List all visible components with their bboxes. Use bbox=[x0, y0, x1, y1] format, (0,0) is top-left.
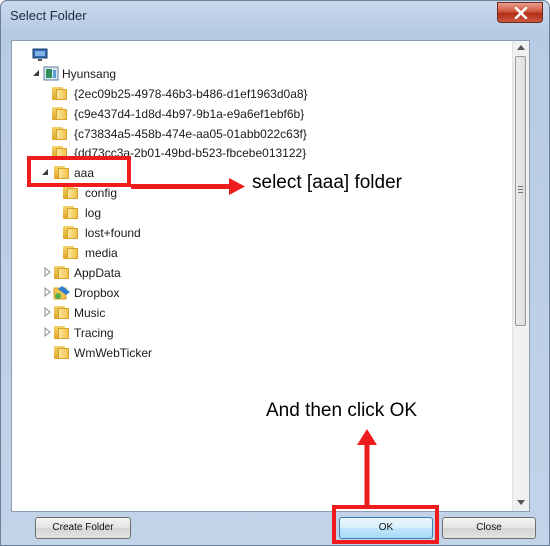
tree-item-dropbox[interactable]: Dropbox bbox=[42, 284, 182, 302]
folder-icon bbox=[54, 306, 69, 319]
tree-label: AppData bbox=[74, 266, 121, 280]
expanded-arrow-icon[interactable] bbox=[32, 68, 42, 78]
tree-label: config bbox=[85, 186, 118, 200]
folder-icon bbox=[52, 107, 67, 120]
folder-icon bbox=[63, 226, 78, 239]
tree-label: Hyunsang bbox=[62, 67, 117, 81]
tree-item-music[interactable]: Music bbox=[42, 304, 182, 322]
create-folder-button[interactable]: Create Folder bbox=[35, 517, 131, 539]
folder-icon bbox=[54, 326, 69, 339]
tree-label: {2ec09b25-4978-46b3-b486-d1ef1963d0a8} bbox=[74, 87, 308, 101]
tree-label: WmWebTicker bbox=[74, 346, 152, 360]
dropbox-icon bbox=[53, 286, 70, 300]
up-arrow-icon bbox=[357, 429, 377, 509]
folder-icon bbox=[63, 186, 78, 199]
aaa-highlight-box bbox=[27, 156, 131, 187]
user-folder-icon bbox=[43, 66, 59, 81]
tree-item-appdata[interactable]: AppData bbox=[42, 264, 182, 282]
tree-label: Dropbox bbox=[74, 286, 120, 300]
tree-label: log bbox=[85, 206, 102, 220]
tree-item-tracing[interactable]: Tracing bbox=[42, 324, 182, 342]
collapsed-arrow-icon[interactable] bbox=[42, 327, 52, 337]
tree-item-media[interactable]: media bbox=[63, 244, 183, 262]
computer-icon bbox=[32, 48, 48, 61]
close-button[interactable]: Close bbox=[442, 517, 536, 539]
collapsed-arrow-icon[interactable] bbox=[42, 267, 52, 277]
collapsed-arrow-icon[interactable] bbox=[42, 287, 52, 297]
tree-label: Music bbox=[74, 306, 106, 320]
tree-label: lost+found bbox=[85, 226, 141, 240]
folder-icon bbox=[63, 246, 78, 259]
window-close-button[interactable] bbox=[497, 2, 543, 23]
tree-item-lost-found[interactable]: lost+found bbox=[63, 224, 183, 242]
right-arrow-icon bbox=[131, 178, 245, 195]
folder-icon bbox=[54, 266, 69, 279]
tree-label: {c73834a5-458b-474e-aa05-01abb022c63f} bbox=[74, 127, 307, 141]
folder-icon bbox=[52, 87, 67, 100]
select-folder-dialog: Select Folder Hyunsang {2ec09b25-4978-46… bbox=[0, 0, 550, 546]
scroll-thumb[interactable] bbox=[515, 56, 526, 326]
ok-highlight-box bbox=[332, 505, 439, 544]
scroll-down-icon[interactable] bbox=[517, 500, 525, 505]
tree-item-hyunsang[interactable]: Hyunsang bbox=[32, 65, 192, 83]
title-bar: Select Folder bbox=[1, 1, 549, 31]
tree-label: Tracing bbox=[74, 326, 114, 340]
tree-item-log[interactable]: log bbox=[63, 204, 183, 222]
annotation-click-ok: And then click OK bbox=[266, 400, 418, 421]
close-icon bbox=[514, 7, 528, 19]
collapsed-arrow-icon[interactable] bbox=[42, 307, 52, 317]
folder-icon bbox=[63, 206, 78, 219]
folder-icon bbox=[54, 346, 69, 359]
tree-label: {c9e437d4-1d8d-4b97-9b1a-e9a6ef1ebf6b} bbox=[74, 107, 305, 121]
vertical-scrollbar[interactable] bbox=[512, 41, 529, 511]
scroll-up-icon[interactable] bbox=[517, 45, 525, 50]
folder-icon bbox=[52, 127, 67, 140]
tree-item-guid-3[interactable]: {c73834a5-458b-474e-aa05-01abb022c63f} bbox=[52, 125, 352, 143]
tree-item-guid-1[interactable]: {2ec09b25-4978-46b3-b486-d1ef1963d0a8} bbox=[52, 85, 352, 103]
tree-item-guid-2[interactable]: {c9e437d4-1d8d-4b97-9b1a-e9a6ef1ebf6b} bbox=[52, 105, 352, 123]
tree-label: media bbox=[85, 246, 118, 260]
annotation-select-aaa: select [aaa] folder bbox=[252, 172, 402, 193]
folder-tree[interactable]: Hyunsang {2ec09b25-4978-46b3-b486-d1ef19… bbox=[11, 40, 530, 512]
tree-item-wmwebticker[interactable]: WmWebTicker bbox=[54, 344, 214, 362]
window-title: Select Folder bbox=[10, 8, 87, 23]
